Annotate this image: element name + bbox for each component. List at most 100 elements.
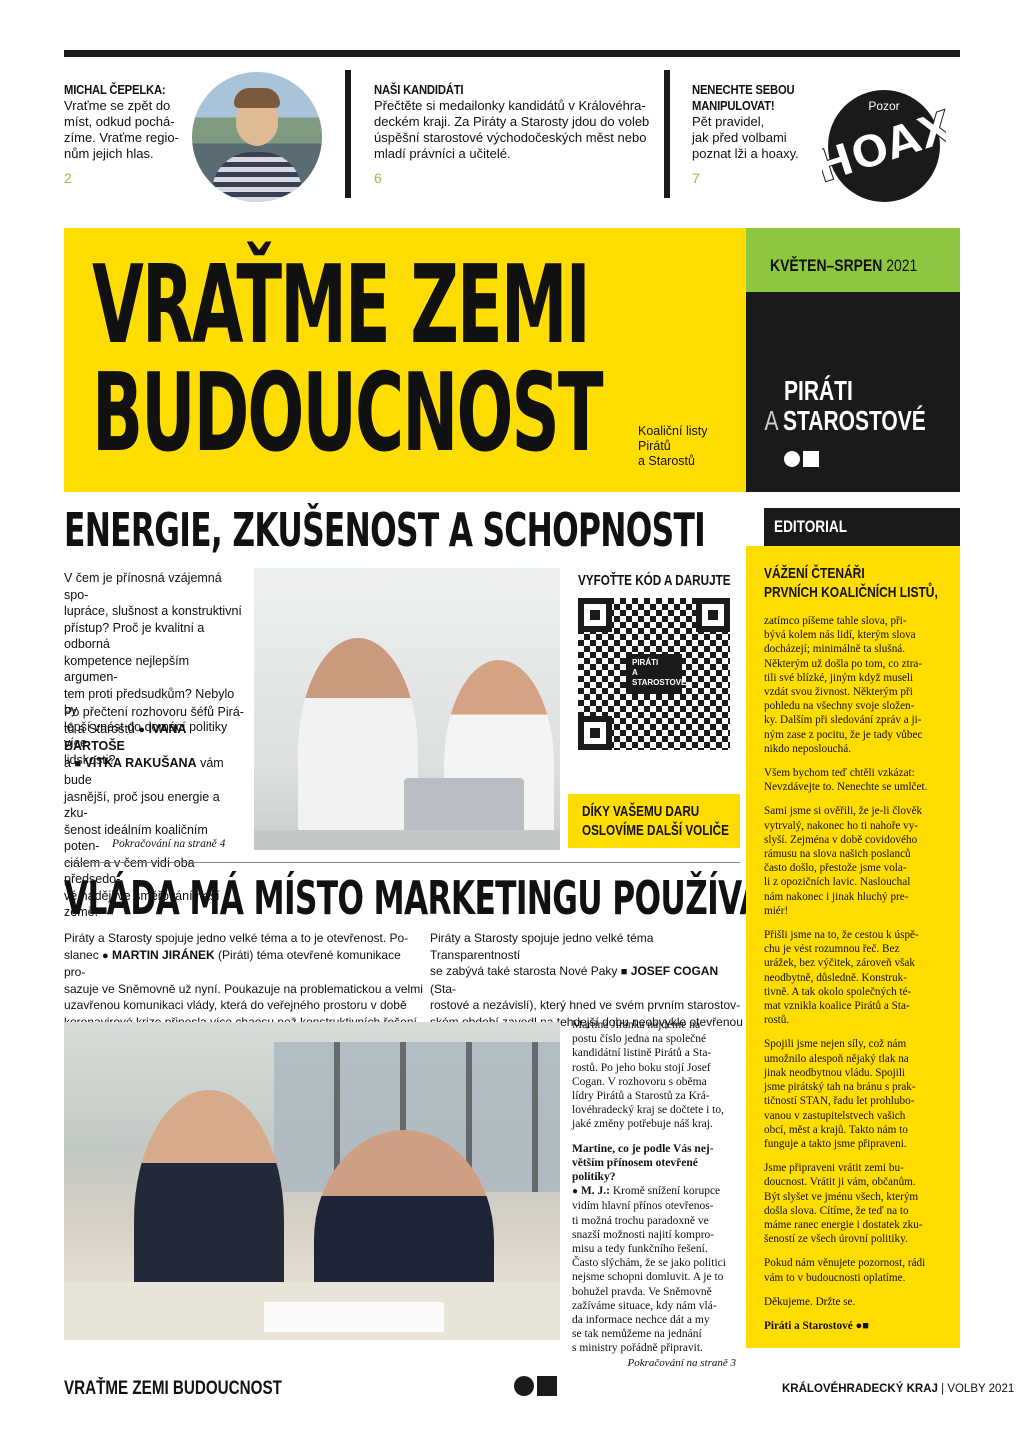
text-line: nám nakonec i jinak hluchý pre-	[764, 890, 909, 903]
leaders-photo	[254, 568, 560, 850]
text-line: ným zase z pocitu, že je tady vůbec	[764, 728, 923, 741]
qr-logo-line: PIRÁTI	[632, 658, 659, 667]
text-line: sazuje ve Sněmovně už nyní. Poukazuje na…	[64, 981, 423, 996]
person-name: JOSEF COGAN	[630, 964, 719, 978]
text-line: kandidátní listině Pirátů a Sta-	[572, 1047, 712, 1060]
donate-box: DÍKY VAŠEMU DARU OSLOVÍME DALŠÍ VOLIČE	[568, 794, 740, 848]
text-line: postu číslo jedna na společné	[572, 1033, 707, 1046]
text-line: urážek, bez výčitek, zároveň však	[764, 957, 915, 970]
text-line: chu je vést rozumnou řeč. Bez	[764, 943, 900, 956]
teaser-kandidati[interactable]: NAŠI KANDIDÁTI Přečtěte si medailonky ka…	[374, 82, 654, 186]
article2-continued-link[interactable]: Pokračování na straně 3	[572, 1356, 736, 1370]
hoax-small: Pozor	[868, 99, 899, 113]
text-line: vzdát svou živnost. Některým při	[764, 686, 913, 699]
text-line: se tak nemůžeme na jednání	[572, 1328, 702, 1341]
text-line: zatímco píšeme tahle slova, při-	[764, 615, 907, 627]
editorial-paragraph: Sami jsme si ověřili, že je-li člověk vyt…	[764, 804, 944, 918]
text-line: jasnější, proč jsou energie a zku-	[64, 789, 220, 821]
text-line: da informace nechce dát a my	[572, 1314, 710, 1327]
text-line: Být slyšet ve jménu všech, kterým	[764, 1190, 919, 1203]
editorial-paragraph: zatímco píšeme tahle slova, při-bývá kol…	[764, 614, 944, 756]
text-line: mat vznikla koalice Pirátů a Sta-	[764, 1000, 910, 1013]
question-line: větším přínosem otevřené	[572, 1156, 698, 1169]
text-line: Cogan. V rozhovoru s oběma	[572, 1075, 707, 1088]
teaser-line: deckém kraji. Za Piráty a Starosty jdou …	[374, 114, 650, 129]
text-line: jaké změny potřebuje náš kraj.	[572, 1118, 713, 1131]
editorial-paragraph: Přišli jsme na to, že cestou k úspě-chu …	[764, 928, 944, 1027]
top-rule	[64, 50, 960, 57]
teaser-line: Přečtěte si medailonky kandidátů v Králo…	[374, 98, 646, 113]
text-line: šeností ze všech úrovní politiky.	[764, 1233, 908, 1246]
text-line: nejsme schopni domluvit. A je to	[572, 1271, 724, 1284]
teaser-line: úspěšní starostové východočeských měst n…	[374, 130, 647, 145]
masthead-subtitle: Koaliční listy Pirátů a Starostů	[638, 424, 707, 469]
editorial-body: zatímco píšeme tahle slova, při-bývá kol…	[764, 614, 944, 1333]
editorial-signature: Piráti a Starostové ●■	[764, 1319, 944, 1333]
text-line: doucnost. Vrátit ji vám, občanům.	[764, 1176, 916, 1189]
text-line: vidím hlavní přínos otevřenos-	[572, 1200, 714, 1213]
text-line: rostové a nezávislí), který hned ve svém…	[430, 998, 741, 1012]
text-line: Všem bychom teď chtěli vzkázat:	[764, 767, 915, 780]
donation-qr-code[interactable]: PIRÁTI A STAROSTOVÉ	[578, 598, 730, 750]
text-line: máme ranec energie i dostatek zku-	[764, 1218, 923, 1231]
text-line: Martina Jiránka najdeme na	[572, 1019, 701, 1031]
text-line: jinak neodbytnou vládu. Spojili	[764, 1066, 906, 1079]
editorial-paragraph: Všem bychom teď chtěli vzkázat: Nevzdávej…	[764, 766, 944, 794]
footer-region-name: KRÁLOVÉHRADECKÝ KRAJ	[782, 1383, 938, 1395]
teaser-line: Vraťme se zpět do	[64, 98, 171, 113]
text-line: bohužel pravda. Ve Sněmovně	[572, 1285, 712, 1298]
editorial-paragraph: Děkujeme. Držte se.	[764, 1295, 944, 1309]
text-line: Sami jsme si ověřili, že je-li člověk	[764, 805, 923, 818]
teaser-title: NENECHTE SEBOU	[692, 83, 795, 97]
text-line: nikdo neposlouchá.	[764, 742, 851, 755]
person-name: MARTIN JIRÁNEK	[112, 947, 215, 962]
text-line: Některým už došla po tom, co ztra-	[764, 657, 923, 670]
text-line: pohledu na všechny svoje složen-	[764, 700, 915, 713]
teaser-cepelka[interactable]: MICHAL ČEPELKA: Vraťme se zpět do míst, …	[64, 82, 184, 186]
footer-region: KRÁLOVÉHRADECKÝ KRAJ | VOLBY 2021	[782, 1383, 1014, 1395]
text-line: došla slova. Cítíme, že teď na to	[764, 1204, 909, 1217]
text-line: funguje a takto jsme připraveni.	[764, 1137, 907, 1150]
masthead-title: VRAŤME ZEMI BUDOUCNOST	[92, 243, 604, 468]
article1-continued-link[interactable]: Pokračování na straně 4	[112, 838, 225, 850]
text-span: Kromě snížení korupce	[609, 1185, 721, 1198]
article2-col1: Piráty a Starosty spojuje jedno velké té…	[64, 930, 424, 1030]
editorial-label-bar: EDITORIAL	[764, 508, 960, 546]
text-line: tivně. A tak okolo společných té-	[764, 985, 912, 998]
footer-separator: |	[941, 1383, 945, 1395]
text-line: bývá kolem nás lidí, kterým slova	[764, 629, 916, 642]
text-line: tili své blízké, jiným když museli	[764, 671, 914, 684]
text-line: Pokud nám věnujete pozornost, rádi	[764, 1257, 926, 1270]
text-line: Děkujeme. Držte se.	[764, 1295, 856, 1308]
teaser-line: Pět pravidel,	[692, 114, 765, 129]
text-span: tů a Starostů	[64, 721, 139, 736]
avatar-photo	[192, 72, 322, 202]
teaser-hoax[interactable]: NENECHTE SEBOU MANIPULOVAT! Pět pravidel…	[692, 82, 822, 186]
text-line: slyší. Zejména v době covidového	[764, 833, 918, 846]
text-line: V čem je přínosná vzájemná spo-	[64, 571, 222, 602]
party-and: A	[764, 405, 779, 436]
text-line: kompetence nejlepším argumen-	[64, 653, 190, 685]
qr-logo-line: A STAROSTOVÉ	[632, 668, 687, 687]
article1-headline: ENERGIE, ZKUŠENOST A SCHOPNOSTI	[64, 503, 706, 557]
teaser-page: 2	[64, 170, 72, 186]
text-line: jsme pirátský tah na bránu s prak-	[764, 1081, 916, 1094]
text-line: zažíváme situace, kdy nám vlá-	[572, 1299, 717, 1312]
section-divider	[64, 862, 740, 863]
subtitle-line: Pirátů	[638, 439, 671, 453]
editorial-paragraph: Pokud nám věnujete pozornost, rádi vám to…	[764, 1256, 944, 1284]
text-span: slanec	[64, 947, 103, 962]
column-divider	[664, 70, 670, 198]
teaser-line: nům jejich hlas.	[64, 146, 154, 161]
masthead-title-line1: VRAŤME ZEMI	[92, 243, 591, 368]
party-logo: PIRÁTI A STAROSTOVÉ	[765, 376, 926, 436]
issue-date: KVĚTEN–SRPEN 2021	[770, 256, 917, 276]
text-line: s ministry pořádně připravit.	[572, 1342, 703, 1355]
signature-symbol-icon: ●■	[852, 1319, 869, 1332]
text-line: umožnilo alespoň nějaký tlak na	[764, 1052, 909, 1065]
text-line: Piráty a Starosty spojuje jedno velké té…	[64, 931, 409, 945]
teaser-line: jak před volbami	[692, 130, 787, 145]
answer-initials: M. J.:	[580, 1185, 610, 1198]
signature-text: Piráti a Starostové	[764, 1319, 853, 1332]
text-line: vytrvalý, nakonec ho ti nahoře vy-	[764, 819, 919, 832]
